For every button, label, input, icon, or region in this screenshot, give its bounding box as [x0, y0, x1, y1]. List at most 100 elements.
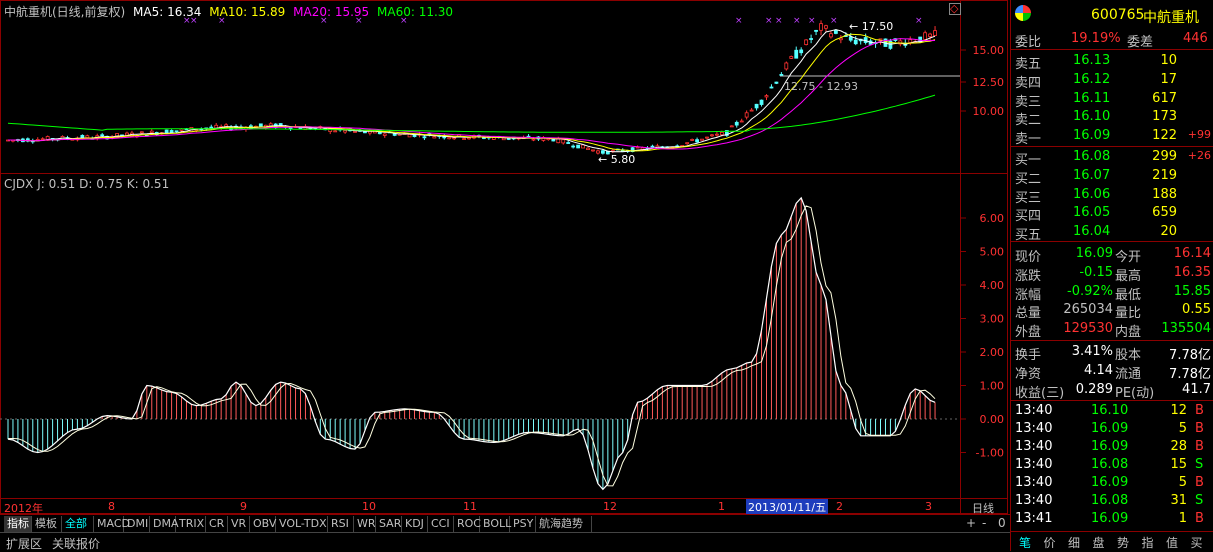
indicator-tab[interactable]: CR: [206, 516, 228, 532]
kline-chart[interactable]: 15.00 12.50 10.00 6.00 5.00 4.00 3.00 2.00 1.00 0…: [0, 0, 1008, 514]
candle-body: [809, 38, 814, 40]
indicator-tab[interactable]: 航海趋势: [536, 516, 592, 532]
indicator-tab[interactable]: TRIX: [176, 516, 206, 532]
candle-body: [382, 133, 387, 136]
logo-icon: [1015, 5, 1031, 21]
fundamental-row: 换手 3.41% 股本 7.78亿: [1011, 343, 1213, 363]
sell-level-label: 卖三: [1015, 94, 1042, 110]
indicator-tab[interactable]: BOLL: [480, 516, 511, 532]
zoom-out-button[interactable]: -: [982, 516, 986, 530]
related-quotes-tab[interactable]: 关联报价: [52, 535, 100, 552]
sell-level-price: 16.10: [1073, 109, 1111, 125]
chart-header: 中航重机(日线,前复权) MA5: 16.34 MA10: 15.89 MA20…: [4, 3, 453, 20]
candle-body: [799, 49, 804, 54]
tick-side: S: [1195, 493, 1204, 508]
indicator-tab[interactable]: WR: [354, 516, 376, 532]
indicator-axis-label: -1.00: [976, 447, 1004, 460]
sell-level-row[interactable]: 卖一 16.09 122 +99: [1011, 127, 1213, 147]
candle-body: [491, 137, 496, 140]
buy-level-row[interactable]: 买一 16.08 299 +26: [1011, 148, 1213, 168]
fundamental-label: 净资: [1015, 366, 1042, 382]
buy-level-volume: 659: [1152, 205, 1177, 221]
quote-tab[interactable]: 盘: [1093, 534, 1105, 551]
quote-bottom-tabs: 笔价细盘势指值买: [1011, 531, 1213, 552]
tick-row: 13:40 16.09 5 B: [1011, 420, 1213, 438]
tick-volume: 12: [1170, 403, 1187, 418]
candle-body: [258, 123, 263, 127]
indicator-tab[interactable]: SAR: [376, 516, 402, 532]
indicator-tab[interactable]: 全部: [62, 516, 94, 532]
quote-tab[interactable]: 价: [1044, 534, 1056, 551]
tick-price: 16.08: [1091, 493, 1129, 508]
indicator-axis-label: 1.00: [980, 380, 1005, 393]
chart-area[interactable]: 15.00 12.50 10.00 6.00 5.00 4.00 3.00 2.00 1.00 0…: [0, 0, 1008, 515]
zoom-reset-button[interactable]: 0: [998, 516, 1006, 530]
indicator-tab[interactable]: DMI: [124, 516, 150, 532]
quote-tab[interactable]: 买: [1191, 534, 1203, 551]
candle-body: [749, 109, 754, 112]
sell-level-row[interactable]: 卖五 16.13 10: [1011, 52, 1213, 72]
sell-level-row[interactable]: 卖三 16.11 617: [1011, 90, 1213, 110]
fundamental-label: PE(动): [1115, 385, 1155, 401]
candle-body: [923, 32, 928, 40]
candle-body: [784, 62, 789, 70]
stat-row: 涨幅 -0.92% 最低 15.85: [1011, 283, 1213, 303]
indicator-tab[interactable]: RSI: [328, 516, 354, 532]
extension-area-tab[interactable]: 扩展区: [6, 535, 42, 552]
month-label: 2: [836, 500, 843, 513]
tick-volume: 15: [1170, 457, 1187, 472]
quote-tab[interactable]: 值: [1166, 534, 1178, 551]
signal-marker: ×: [793, 16, 801, 26]
indicator-tab[interactable]: OBV: [250, 516, 276, 532]
quote-tab[interactable]: 细: [1068, 534, 1080, 551]
sell-level-volume: 17: [1160, 71, 1177, 87]
candle-body: [729, 125, 734, 128]
indicator-tab[interactable]: 指标: [4, 516, 32, 532]
indicator-tab[interactable]: PSY: [510, 516, 536, 532]
indicator-tab[interactable]: MACD: [94, 516, 130, 532]
buy-level-price: 16.04: [1073, 224, 1111, 240]
candle-body: [447, 137, 452, 140]
sell-level-row[interactable]: 卖四 16.12 17: [1011, 71, 1213, 91]
stat-value: 135504: [1161, 321, 1211, 337]
tick-side: S: [1195, 457, 1204, 472]
buy-level-price: 16.08: [1073, 149, 1111, 164]
candle-body: [462, 138, 466, 140]
fundamental-value: 41.7: [1182, 381, 1211, 397]
close-icon[interactable]: [949, 3, 961, 15]
indicator-tab[interactable]: DMA: [150, 516, 179, 532]
weicha-label: 委差: [1127, 35, 1154, 50]
indicator-tab[interactable]: VR: [228, 516, 250, 532]
candle-body: [422, 136, 427, 139]
oscillator-bars: [7, 197, 936, 490]
tick-side: B: [1195, 403, 1204, 418]
candle-body: [794, 49, 799, 59]
indicator-tab[interactable]: 模板: [32, 516, 62, 532]
buy-level-row[interactable]: 买五 16.04 20: [1011, 223, 1213, 243]
indicator-tab[interactable]: CCI: [428, 516, 454, 532]
ma5-label: MA5: 16.34: [133, 5, 202, 19]
indicator-tab[interactable]: VOL-TDX: [276, 516, 328, 532]
buy-level-row[interactable]: 买四 16.05 659: [1011, 204, 1213, 224]
tick-price: 16.08: [1091, 457, 1129, 472]
sell-level-row[interactable]: 卖二 16.10 173: [1011, 108, 1213, 128]
indicator-tab[interactable]: KDJ: [402, 516, 428, 532]
indicator-tab-bar: 指标 模板 全部 MACD DMI DMA TRIX CR VR OBV VOL-TDX RSI WR S…: [0, 514, 1010, 533]
tick-volume: 5: [1178, 475, 1187, 490]
candle-body: [848, 36, 853, 41]
zoom-in-button[interactable]: +: [966, 516, 976, 530]
buy-level-row[interactable]: 买二 16.07 219: [1011, 167, 1213, 187]
candle-body: [829, 33, 833, 38]
quote-tab[interactable]: 笔: [1019, 534, 1031, 551]
tick-volume: 5: [1178, 421, 1187, 436]
buy-level-row[interactable]: 买三 16.06 188: [1011, 186, 1213, 206]
quote-tab[interactable]: 指: [1142, 534, 1154, 551]
candle-body: [764, 95, 769, 98]
tick-side: B: [1195, 439, 1204, 454]
indicator-tab[interactable]: ROC: [454, 516, 481, 532]
tick-price: 16.09: [1091, 421, 1129, 436]
quote-tab[interactable]: 势: [1117, 534, 1129, 551]
sell-level-price: 16.11: [1073, 90, 1111, 106]
buy-level-volume: 188: [1152, 186, 1177, 202]
tick-volume: 31: [1170, 493, 1187, 508]
